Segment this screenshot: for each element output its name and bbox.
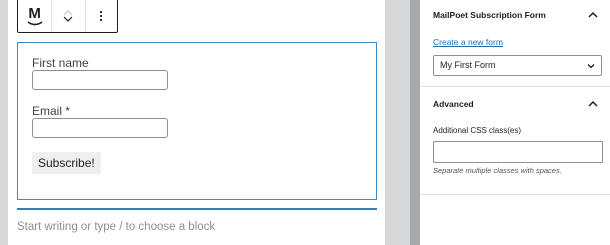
panel-divider [420,194,610,195]
mailpoet-form-block[interactable]: First name Email * Subscribe! [17,42,377,200]
editor-left-gutter [0,0,8,245]
logo-smile [27,20,43,25]
css-classes-label: Additional CSS class(es) [433,126,522,135]
email-input[interactable] [32,118,168,138]
more-vertical-icon [100,10,103,22]
subscribe-button[interactable]: Subscribe! [32,152,101,174]
first-name-label: First name [32,56,89,70]
css-classes-input[interactable] [433,141,603,163]
more-options-button[interactable] [86,0,117,32]
editor-right-gutter [385,0,410,245]
move-controls [52,0,86,32]
first-name-input[interactable] [32,70,168,90]
form-select-value: My First Form [440,60,496,70]
mailpoet-logo-icon: M [27,4,43,26]
chevron-up-icon[interactable] [587,98,599,110]
block-toolbar: M [17,0,118,33]
email-label: Email * [32,104,71,118]
block-appender-placeholder[interactable]: Start writing or type / to choose a bloc… [17,221,215,233]
block-type-button[interactable]: M [18,0,53,32]
chevron-down-icon[interactable] [63,16,73,23]
advanced-panel-title[interactable]: Advanced [433,99,474,109]
editor-scrollbar[interactable] [410,0,420,245]
chevron-down-icon [587,64,595,69]
settings-sidebar: MailPoet Subscription Form Create a new … [420,0,610,245]
form-select[interactable]: My First Form [433,55,602,76]
logo-letter: M [28,4,41,22]
css-classes-help: Separate multiple classes with spaces. [433,166,562,175]
block-insertion-line [17,208,377,210]
chevron-up-icon[interactable] [63,9,73,16]
chevron-up-icon[interactable] [587,9,599,21]
panel-divider [420,86,610,87]
subscription-panel-title[interactable]: MailPoet Subscription Form [433,10,546,20]
create-form-link[interactable]: Create a new form [433,37,503,47]
